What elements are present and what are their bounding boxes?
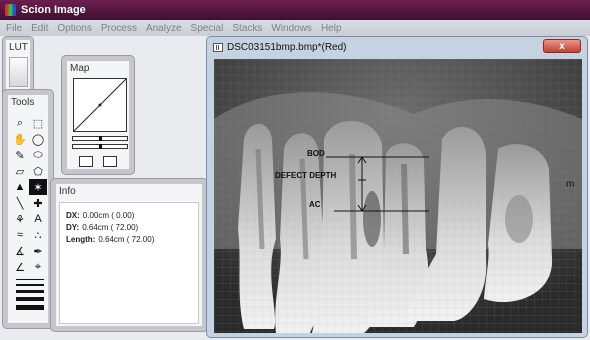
lut-gradient[interactable] (9, 57, 28, 87)
lut-palette: LUT (3, 37, 33, 97)
rect-select-icon[interactable]: ⬚ (29, 115, 47, 131)
image-doc-icon (213, 43, 223, 52)
line-width-5[interactable] (16, 305, 44, 310)
wand-icon[interactable]: ✶ (29, 179, 47, 195)
menu-bar: File Edit Options Process Analyze Specia… (0, 20, 590, 36)
image-window-title: DSC03151bmp.bmp*(Red) (213, 42, 347, 53)
info-palette: Info DX: 0.00cm ( 0.00) DY: 0.64cm ( 72.00… (51, 179, 207, 331)
menu-stacks[interactable]: Stacks (232, 23, 262, 34)
image-window-title-text: DSC03151bmp.bmp*(Red) (227, 42, 347, 53)
fill-icon[interactable]: ⚘ (11, 211, 29, 227)
angle-icon[interactable]: ∡ (11, 243, 29, 259)
tools-palette: Tools ⌕ ⬚ ✋ ◯ ✎ ⬭ ▱ ⬠ ▲ ✶ ╲ ✚ ⚘ A ≈ ∴ ∡ ✒ ∠ ⌖ (3, 90, 53, 328)
oval-select-icon[interactable]: ◯ (29, 131, 47, 147)
polygon-select-icon[interactable]: ⬠ (29, 163, 47, 179)
eraser-icon[interactable]: ▱ (11, 163, 29, 179)
app-title: Scion Image (21, 4, 86, 16)
info-row-length: Length: 0.64cm ( 72.00) (66, 235, 155, 244)
pencil-icon[interactable]: ✎ (11, 147, 29, 163)
line-width-4[interactable] (16, 297, 44, 301)
tools-title: Tools (11, 97, 35, 108)
profile-icon[interactable]: ≈ (11, 227, 29, 243)
map-buttons (79, 156, 117, 167)
map-threshold-button[interactable] (103, 156, 117, 167)
line-width-selector[interactable] (16, 279, 44, 314)
line-width-2[interactable] (16, 284, 44, 286)
brightness-slider[interactable] (72, 136, 128, 141)
menu-edit[interactable]: Edit (31, 23, 48, 34)
spray-icon[interactable]: ∴ (29, 227, 47, 243)
info-body: DX: 0.00cm ( 0.00) DY: 0.64cm ( 72.00) Len… (59, 202, 199, 324)
menu-help[interactable]: Help (321, 23, 342, 34)
close-button[interactable]: x (543, 39, 581, 53)
menu-windows[interactable]: Windows (271, 23, 312, 34)
menu-options[interactable]: Options (57, 23, 91, 34)
map-curve[interactable] (73, 78, 127, 132)
defect-depth-label: DEFECT DEPTH (275, 171, 337, 180)
app-title-bar: Scion Image (0, 0, 590, 20)
image-window: DSC03151bmp.bmp*(Red) x BOD DEFECT DEPTH… (206, 36, 588, 338)
info-title: Info (59, 186, 76, 197)
info-row-dy: DY: 0.64cm ( 72.00) (66, 223, 139, 232)
bod-label: BOD (307, 149, 325, 158)
line-icon[interactable]: ╲ (11, 195, 29, 211)
angle-tool-icon[interactable]: ∠ (11, 259, 29, 275)
close-icon: x (559, 40, 565, 52)
lut-title: LUT (9, 42, 28, 53)
text-icon[interactable]: A (29, 211, 47, 227)
menu-special[interactable]: Special (191, 23, 224, 34)
target-icon[interactable]: ⌖ (29, 259, 47, 275)
app-icon (5, 4, 16, 16)
ac-label: AC (309, 200, 321, 209)
freehand-select-icon[interactable]: ⬭ (29, 147, 47, 163)
crosshair-icon[interactable]: ✚ (29, 195, 47, 211)
info-row-dx: DX: 0.00cm ( 0.00) (66, 211, 135, 220)
map-title: Map (70, 63, 90, 74)
contrast-slider[interactable] (72, 144, 128, 149)
line-width-1[interactable] (16, 279, 44, 280)
map-palette: Map (62, 56, 134, 174)
menu-process[interactable]: Process (101, 23, 137, 34)
map-sliders (72, 136, 128, 152)
hand-icon[interactable]: ✋ (11, 131, 29, 147)
menu-file[interactable]: File (6, 23, 22, 34)
xray-image[interactable]: BOD DEFECT DEPTH AC m (214, 59, 582, 333)
tool-grid: ⌕ ⬚ ✋ ◯ ✎ ⬭ ▱ ⬠ ▲ ✶ ╲ ✚ ⚘ A ≈ ∴ ∡ ✒ ∠ ⌖ (11, 115, 47, 275)
map-reset-button[interactable] (79, 156, 93, 167)
dropper-icon[interactable]: ✒ (29, 243, 47, 259)
magnifier-icon[interactable]: ⌕ (11, 115, 29, 131)
marker-label: m (566, 179, 575, 190)
paint-bucket-icon[interactable]: ▲ (11, 179, 29, 195)
menu-analyze[interactable]: Analyze (146, 23, 182, 34)
line-width-3[interactable] (16, 290, 44, 293)
